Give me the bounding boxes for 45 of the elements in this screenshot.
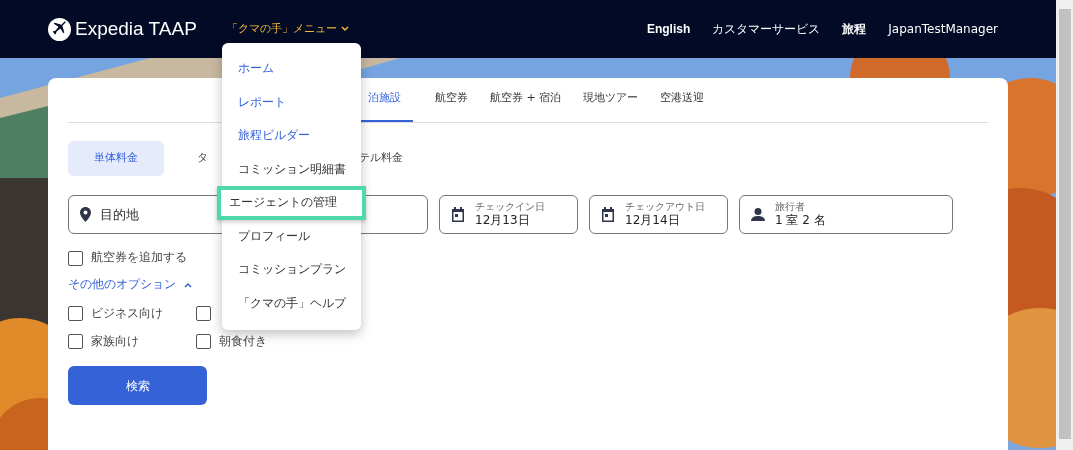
menu-button[interactable]: 「クマの手」メニュー (226, 20, 349, 38)
logo-icon (48, 17, 71, 41)
nav-link[interactable]: JapanTestManager (888, 20, 998, 38)
nav-link[interactable]: 旅程 (842, 20, 867, 38)
menu-item[interactable]: 旅程ビルダー (222, 119, 361, 153)
checkbox[interactable] (68, 333, 83, 349)
checkbox[interactable] (196, 333, 211, 349)
rate-toggle[interactable]: 単体料金 (68, 141, 164, 176)
field-value: 1 室 2 名 (775, 213, 826, 229)
chevron-up-icon (184, 281, 192, 288)
input-field[interactable]: チェックイン日 12月13日 (439, 195, 578, 234)
search-button[interactable]: 検索 (68, 366, 207, 406)
checkbox[interactable] (68, 305, 83, 321)
checkbox[interactable] (68, 250, 83, 266)
checkbox-label: 家族向け (91, 332, 139, 350)
person-icon (751, 208, 765, 221)
location-pin-icon (80, 207, 91, 222)
field-label: 旅行者 (775, 200, 806, 214)
checkbox-label: 朝食付き (219, 332, 267, 350)
field-value: 12月14日 (625, 213, 681, 229)
tab[interactable]: 航空券 (435, 77, 468, 122)
tab[interactable]: 現地ツアー (583, 77, 639, 122)
more-options-toggle[interactable]: その他のオプション (68, 276, 192, 294)
menu-item[interactable]: コミッションプラン (222, 253, 361, 287)
tab[interactable]: 空港送迎 (660, 77, 705, 122)
menu-item[interactable]: コミッション明細書 (222, 152, 361, 186)
tab[interactable]: 航空券 + 宿泊 (490, 77, 562, 122)
input-field[interactable]: チェックアウト日 12月14日 (589, 195, 728, 234)
checkbox[interactable] (196, 305, 211, 321)
calendar-icon (451, 207, 465, 222)
input-field[interactable]: 旅行者 1 室 2 名 (739, 195, 953, 234)
checkbox-label: 航空券を追加する (91, 249, 187, 267)
menu-item[interactable]: 「クマの手」ヘルプ (222, 286, 361, 320)
rate-toggle[interactable]: タ (197, 141, 208, 176)
checkbox-label: ビジネス向け (91, 304, 163, 322)
menu-item[interactable]: エージェントの管理 (217, 186, 366, 220)
brand-name: Expedia TAAP (75, 16, 197, 41)
field-label: チェックアウト日 (625, 200, 705, 214)
nav-link[interactable]: カスタマーサービス (712, 20, 821, 38)
field-value: 12月13日 (475, 213, 531, 229)
calendar-icon (601, 207, 615, 222)
menu-item[interactable]: プロフィール (222, 219, 361, 253)
field-label: チェックイン日 (475, 200, 545, 214)
nav-link[interactable]: English (646, 20, 691, 38)
chevron-down-icon (340, 26, 349, 32)
